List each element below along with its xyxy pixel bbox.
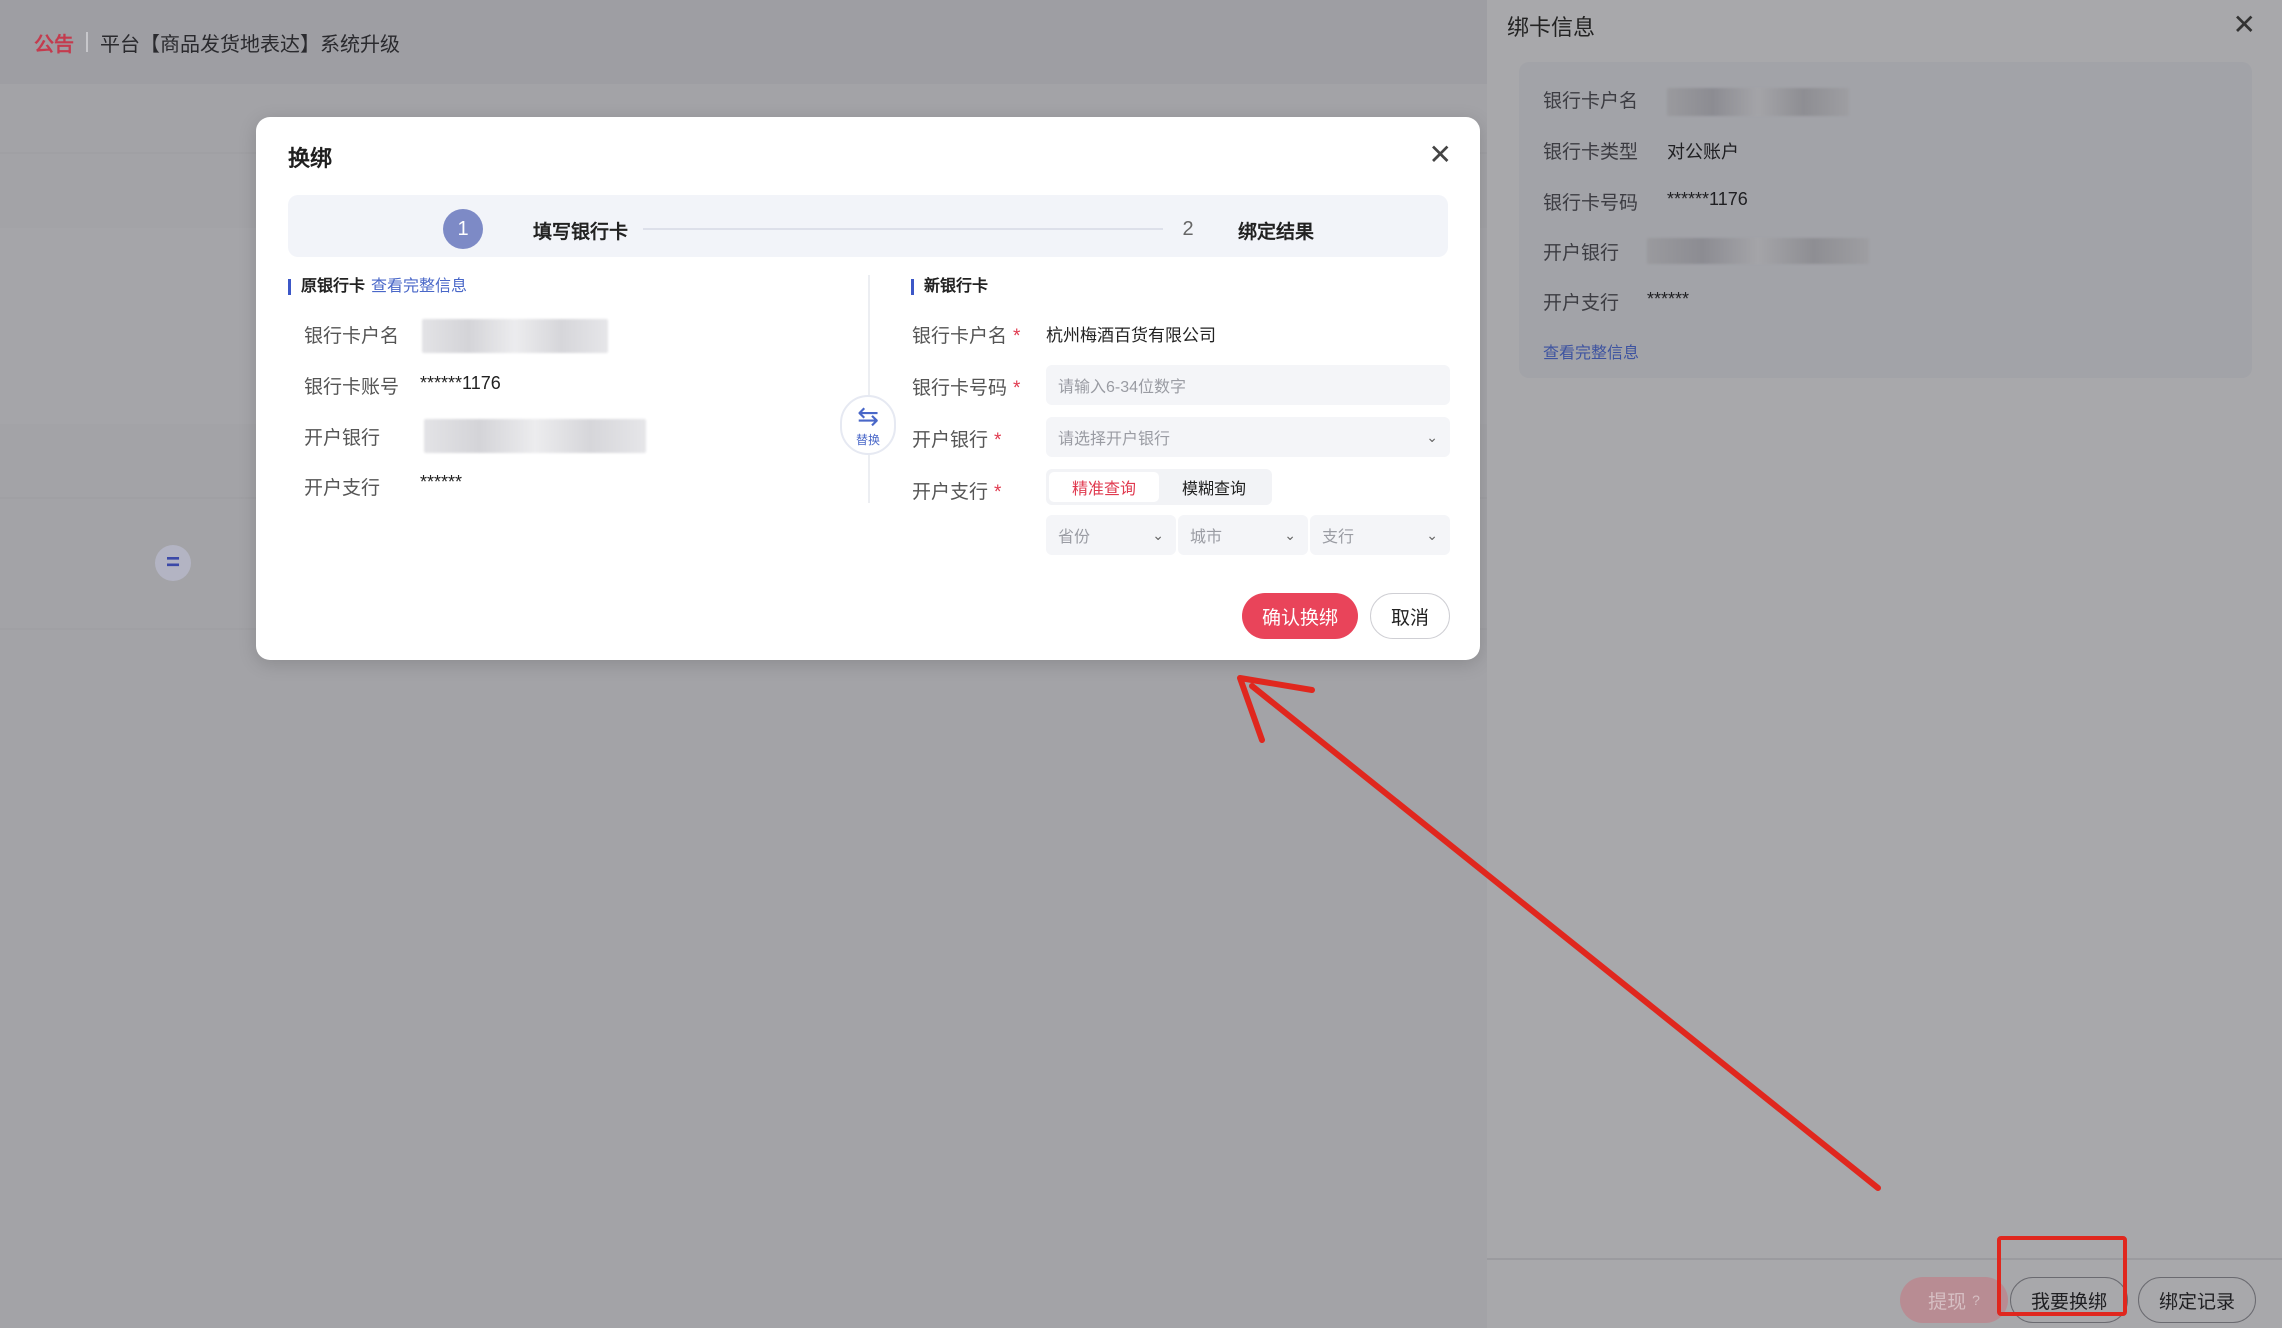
annotation-highlight-box: [1997, 1236, 2127, 1316]
drawer-branch-value: ******: [1647, 289, 1690, 309]
old-bank-value-redacted: [424, 419, 646, 453]
drawer-bank-value-redacted: [1647, 238, 1869, 264]
cancel-button[interactable]: 取消: [1370, 593, 1450, 639]
fuzzy-query-tab[interactable]: 模糊查询: [1159, 472, 1269, 502]
province-select[interactable]: 省份 ⌄: [1046, 515, 1176, 555]
close-icon[interactable]: ✕: [1429, 141, 1452, 169]
required-mark: *: [1013, 326, 1021, 347]
old-number-value: ******1176: [420, 373, 501, 393]
confirm-rebind-button[interactable]: 确认换绑: [1242, 593, 1358, 639]
card-number-input[interactable]: 请输入6-34位数字: [1046, 365, 1450, 405]
step-1-number: 1: [443, 209, 483, 249]
new-number-label-text: 银行卡号码: [912, 378, 1008, 399]
drawer-type-value: 对公账户: [1667, 142, 1739, 162]
step-1-label: 填写银行卡: [533, 222, 629, 243]
required-mark: *: [994, 482, 1002, 503]
province-placeholder: 省份: [1058, 529, 1091, 546]
drawer-name-value-redacted: [1667, 88, 1849, 116]
precise-query-tab[interactable]: 精准查询: [1049, 472, 1159, 502]
city-select[interactable]: 城市 ⌄: [1178, 515, 1308, 555]
required-mark: *: [994, 430, 1002, 451]
new-branch-label-text: 开户支行: [912, 482, 989, 503]
drawer-number-value: ******1176: [1667, 189, 1748, 209]
old-name-value-redacted: [422, 319, 608, 353]
drawer-branch-label: 开户支行: [1543, 293, 1620, 314]
chevron-down-icon: ⌄: [1284, 526, 1296, 543]
step-2-number: 2: [1182, 217, 1194, 240]
drawer-number-label: 银行卡号码: [1543, 193, 1639, 214]
equals-icon: =: [155, 545, 191, 581]
new-name-label: 银行卡户名 *: [912, 321, 1020, 348]
stepper: 1 填写银行卡 2 绑定结果: [288, 195, 1448, 257]
card-number-placeholder: 请输入6-34位数字: [1058, 379, 1187, 396]
old-card-section-title: 原银行卡 查看完整信息: [288, 279, 467, 295]
vertical-divider: [868, 275, 870, 503]
drawer-bank-label: 开户银行: [1543, 243, 1620, 264]
chevron-down-icon: ⌄: [1426, 428, 1438, 445]
old-number-label: 银行卡账号: [304, 377, 400, 398]
close-icon[interactable]: ✕: [2233, 8, 2256, 41]
branch-select[interactable]: 支行 ⌄: [1310, 515, 1450, 555]
old-name-label: 银行卡户名: [304, 326, 400, 347]
old-card-title: 原银行卡: [301, 278, 366, 295]
new-number-label: 银行卡号码 *: [912, 373, 1020, 400]
bind-record-button[interactable]: 绑定记录: [2138, 1277, 2256, 1323]
notice-tag: 公告: [34, 33, 74, 56]
card-info-panel: 银行卡户名 银行卡类型 对公账户 银行卡号码 ******1176 开户银行 开…: [1519, 62, 2252, 378]
query-mode-toggle: 精准查询 模糊查询: [1046, 469, 1272, 505]
step-2-label: 绑定结果: [1238, 222, 1315, 243]
swap-button[interactable]: ⇆ 替换: [840, 395, 896, 455]
new-name-value: 杭州梅酒百货有限公司: [1046, 326, 1216, 345]
swap-label: 替换: [855, 432, 880, 447]
new-name-label-text: 银行卡户名: [912, 326, 1008, 347]
new-branch-label: 开户支行 *: [912, 477, 1001, 504]
question-icon: ?: [1972, 1292, 1980, 1308]
old-branch-label: 开户支行: [304, 478, 381, 499]
new-bank-label-text: 开户银行: [912, 430, 989, 451]
chevron-down-icon: ⌄: [1426, 526, 1438, 543]
withdraw-label: 提现: [1928, 1291, 1967, 1313]
drawer-title: 绑卡信息: [1507, 15, 1596, 40]
city-placeholder: 城市: [1190, 529, 1223, 546]
view-full-info-link[interactable]: 查看完整信息: [1543, 339, 1639, 363]
required-mark: *: [1013, 378, 1021, 399]
rebind-modal: 换绑 ✕ 1 填写银行卡 2 绑定结果 原银行卡 查看完整信息 银行卡户名 银行卡…: [256, 117, 1480, 660]
notice-separator: [86, 32, 88, 52]
card-info-drawer: 绑卡信息 ✕ 银行卡户名 银行卡类型 对公账户 银行卡号码 ******1176…: [1487, 0, 2282, 1328]
drawer-type-label: 银行卡类型: [1543, 142, 1639, 163]
step-connector: [643, 228, 1163, 230]
chevron-down-icon: ⌄: [1152, 526, 1164, 543]
old-branch-value: ******: [420, 472, 463, 492]
bank-select-placeholder: 请选择开户银行: [1058, 431, 1171, 448]
swap-icon: ⇆: [857, 400, 879, 431]
notice-bar: 公告 平台【商品发货地表达】系统升级: [0, 0, 1487, 84]
drawer-name-label: 银行卡户名: [1543, 91, 1639, 112]
old-bank-label: 开户银行: [304, 428, 381, 449]
new-card-section-title: 新银行卡: [911, 279, 988, 295]
branch-placeholder: 支行: [1322, 529, 1355, 546]
view-full-info-link[interactable]: 查看完整信息: [371, 278, 467, 295]
new-card-title: 新银行卡: [924, 278, 989, 295]
new-bank-label: 开户银行 *: [912, 425, 1001, 452]
bank-select[interactable]: 请选择开户银行 ⌄: [1046, 417, 1450, 457]
modal-title: 换绑: [288, 146, 333, 171]
notice-text[interactable]: 平台【商品发货地表达】系统升级: [100, 28, 400, 57]
withdraw-button[interactable]: 提现?: [1900, 1277, 2008, 1323]
